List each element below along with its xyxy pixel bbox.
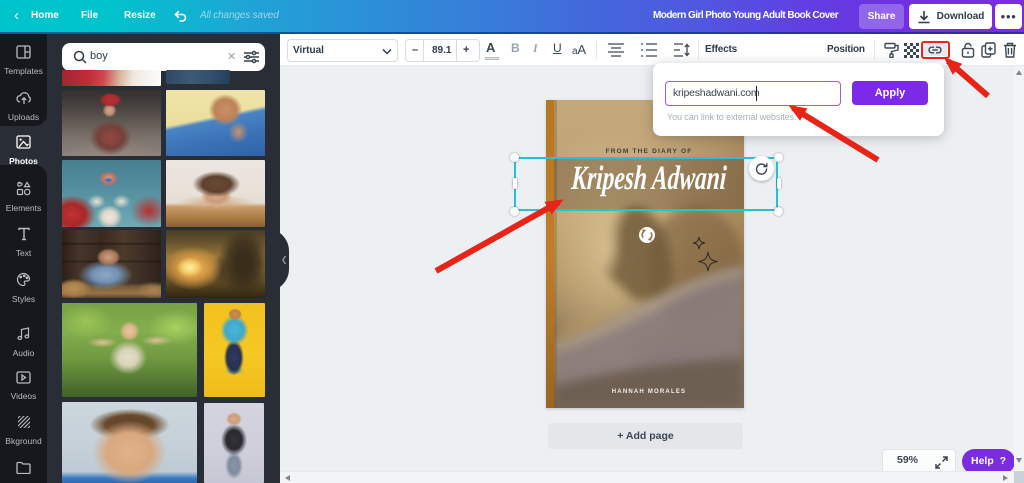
svg-text:HANNAH MORALES: HANNAH MORALES bbox=[612, 389, 686, 395]
svg-text:FROM THE DIARY OF: FROM THE DIARY OF bbox=[606, 148, 693, 155]
